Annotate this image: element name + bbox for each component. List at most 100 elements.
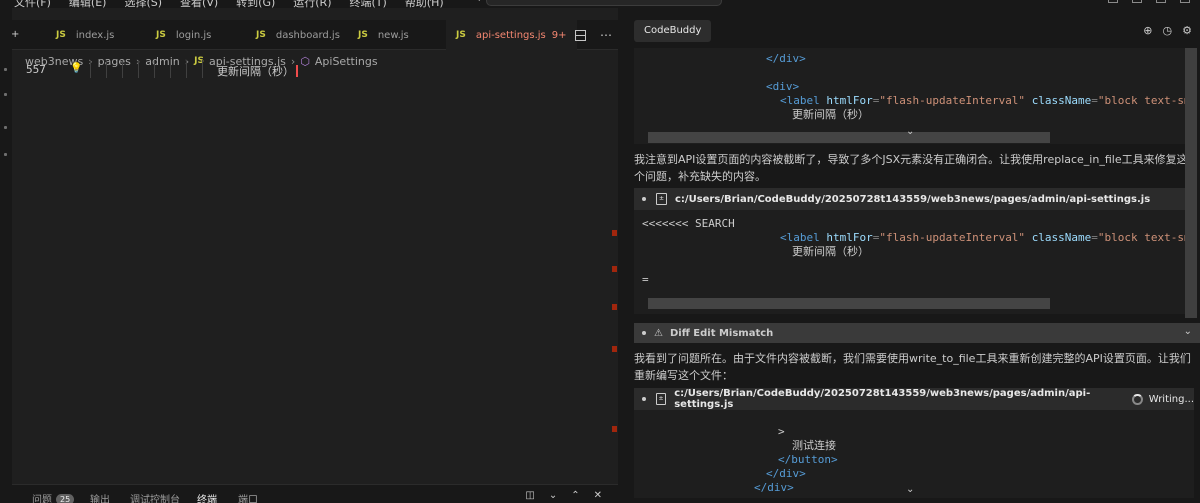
menu-run[interactable]: 运行(R) [293, 0, 331, 8]
code-token: <label [780, 94, 820, 107]
menu-file[interactable]: 文件(F) [14, 0, 51, 8]
error-marker[interactable] [612, 230, 617, 236]
javascript-file-icon: JS [156, 30, 166, 40]
tab-login-js[interactable]: JS login.js [156, 20, 211, 50]
code-token: </div> [766, 52, 806, 65]
vertical-scrollbar[interactable] [1185, 48, 1197, 318]
file-path: c:/Users/Brian/CodeBuddy/20250728t143559… [675, 193, 1151, 205]
activity-icon[interactable] [4, 153, 7, 156]
file-header[interactable]: ± c:/Users/Brian/CodeBuddy/20250728t1435… [634, 388, 1194, 410]
code-text[interactable]: 更新间隔（秒） [217, 63, 298, 79]
error-marker[interactable] [612, 266, 617, 272]
code-block: <<<<<<< SEARCH <label htmlFor = "flash-upd… [634, 210, 1194, 314]
horizontal-scrollbar[interactable] [648, 298, 1050, 309]
menu-view[interactable]: 查看(V) [180, 0, 218, 8]
tab-output[interactable]: 输出 [90, 491, 110, 503]
codebuddy-tab[interactable]: CodeBuddy [634, 20, 712, 42]
code-line[interactable]: 557 💡 更新间隔（秒） [12, 60, 618, 79]
file-diff-icon: ± [655, 393, 667, 405]
code-block: > 测试连接 </button> </div> </div> ⌄ [634, 410, 1194, 498]
more-icon[interactable]: ⋯ [600, 28, 612, 42]
panel-actions: ◫ ⌄ ⌃ ✕ [525, 490, 602, 501]
error-marker[interactable] [612, 304, 617, 310]
lightbulb-icon[interactable]: 💡 [70, 63, 82, 74]
editor-group: + JS index.js JS login.js JS dashboard.j… [11, 8, 618, 473]
chevron-down-icon[interactable]: ⌄ [906, 126, 914, 137]
indent-guides [90, 60, 210, 78]
code-token: 测试连接 [792, 439, 836, 452]
tab-ports[interactable]: 端口 [238, 491, 258, 503]
tab-api-settings-js[interactable]: JS api-settings.js 9+ [446, 20, 577, 50]
split-editor-icon[interactable] [575, 30, 586, 41]
header-actions: ⊕ ◷ ⚙ [1143, 24, 1192, 37]
chevron-down-icon[interactable]: ⌄ [1184, 326, 1192, 337]
new-chat-icon[interactable]: ⊕ [1143, 24, 1152, 37]
menu-selection[interactable]: 选择(S) [124, 0, 162, 8]
activity-icon[interactable] [4, 93, 7, 96]
javascript-file-icon: JS [56, 30, 66, 40]
activity-icon[interactable] [4, 68, 7, 71]
tab-new-js[interactable]: JS new.js [358, 20, 409, 50]
menu-bar: 文件(F) 编辑(E) 选择(S) 查看(V) 转到(G) 运行(R) 终端(T… [14, 0, 444, 8]
bullet-icon [642, 397, 646, 401]
layout-controls [1108, 0, 1190, 3]
error-marker[interactable] [612, 426, 617, 432]
tab-terminal[interactable]: 终端 [197, 491, 217, 503]
title-bar: 文件(F) 编辑(E) 选择(S) 查看(V) 转到(G) 运行(R) 终端(T… [0, 0, 1200, 8]
menu-edit[interactable]: 编辑(E) [69, 0, 107, 8]
code-token: htmlFor [826, 231, 873, 244]
tab-label: dashboard.js [275, 29, 340, 41]
tab-label: login.js [175, 29, 212, 41]
toggle-panel-icon[interactable] [1132, 0, 1142, 3]
code-token: 更新间隔（秒） [792, 108, 869, 121]
horizontal-scrollbar[interactable] [648, 132, 1050, 143]
toggle-sidebar-icon[interactable] [1108, 0, 1118, 3]
loading-spinner-icon [1132, 393, 1143, 405]
plus-icon[interactable]: + [11, 29, 19, 40]
activity-bar [0, 8, 12, 503]
code-token: className [1031, 94, 1092, 107]
warning-icon: ⚠ [654, 327, 663, 339]
problems-count-badge: 25 [56, 494, 75, 503]
settings-icon[interactable]: ⚙ [1182, 24, 1192, 37]
close-icon[interactable]: ✕ [594, 490, 602, 501]
code-token: "block text-sm font [1097, 94, 1191, 107]
menu-terminal[interactable]: 终端(T) [350, 0, 387, 8]
code-token: htmlFor [826, 94, 873, 107]
tab-label: new.js [377, 29, 409, 41]
command-center-search[interactable]: 20250728t143559 [486, 0, 722, 6]
code-content: 更新间隔（秒） [217, 65, 294, 78]
codebuddy-header: CodeBuddy ⊕ ◷ ⚙ [624, 8, 1200, 48]
activity-icon[interactable] [4, 126, 7, 129]
error-marker[interactable] [612, 346, 617, 352]
tab-label: api-settings.js [475, 29, 546, 41]
history-icon[interactable]: ◷ [1163, 24, 1173, 37]
code-token: className [1031, 231, 1092, 244]
tab-label: 问题 [32, 495, 52, 503]
toggle-secondary-sidebar-icon[interactable] [1156, 0, 1166, 3]
menu-go[interactable]: 转到(G) [236, 0, 275, 8]
chevron-up-icon[interactable]: ⌃ [571, 490, 579, 501]
bullet-icon [642, 197, 646, 201]
code-token: "flash-updateInterval" [879, 231, 1026, 244]
layout-icon[interactable]: ◫ [525, 490, 534, 501]
line-number: 557 [26, 63, 46, 76]
tab-dashboard-js[interactable]: JS dashboard.js [256, 20, 340, 50]
file-header[interactable]: ± c:/Users/Brian/CodeBuddy/20250728t1435… [634, 188, 1194, 210]
mismatch-label: Diff Edit Mismatch [669, 327, 774, 339]
code-token: = [642, 273, 649, 286]
tab-index-js[interactable]: JS index.js [56, 20, 114, 50]
diff-edit-mismatch[interactable]: ⚠ Diff Edit Mismatch ⌄ [634, 323, 1200, 343]
assistant-message: 我注意到API设置页面的内容被截断了，导致了多个JSX元素没有正确闭合。让我使用… [634, 153, 1188, 183]
code-token: > [778, 425, 785, 438]
tab-debug-console[interactable]: 调试控制台 [130, 491, 180, 503]
customize-layout-icon[interactable] [1180, 0, 1190, 3]
code-block: </div> <div> <label htmlFor="flash-updat… [634, 48, 1194, 144]
file-diff-icon: ± [656, 193, 667, 205]
chevron-down-icon[interactable]: ⌄ [549, 490, 557, 501]
javascript-file-icon: JS [256, 30, 266, 40]
code-token: </div> [754, 481, 794, 494]
chevron-down-icon[interactable]: ⌄ [906, 484, 914, 495]
code-token: <label [780, 231, 820, 244]
tab-problems[interactable]: 问题 25 [32, 491, 75, 503]
